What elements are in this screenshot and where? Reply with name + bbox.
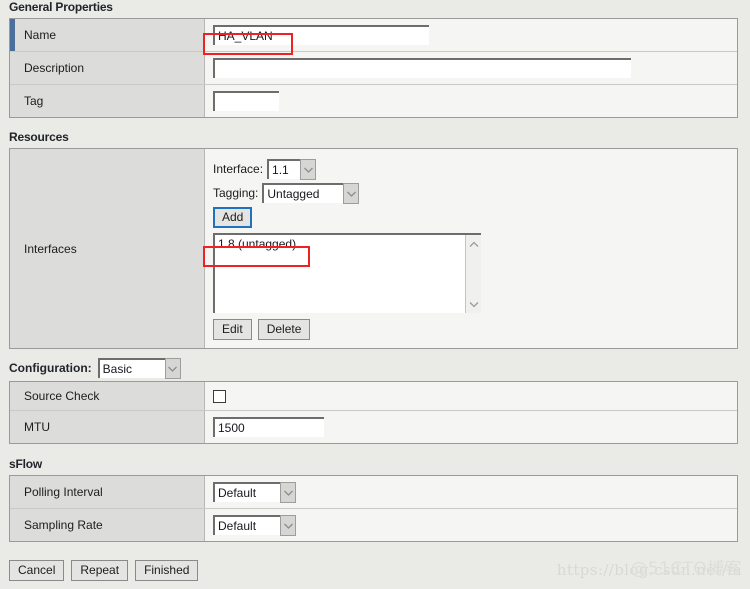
table-row-tag: Tag [10, 85, 737, 117]
row-value-interfaces: Interface: 1.1 Tagging: Untagged Add 1.8… [205, 149, 737, 348]
list-action-buttons: Edit Delete [213, 319, 737, 340]
interface-label: Interface: [213, 162, 264, 176]
interface-select-line: Interface: 1.1 [213, 159, 737, 180]
row-label-source-check: Source Check [10, 382, 205, 410]
table-row-polling-interval: Polling Interval Default [10, 476, 737, 509]
interfaces-list-items: 1.8 (untagged) [215, 235, 465, 313]
row-value-mtu [205, 411, 737, 443]
add-interface-button[interactable]: Add [213, 207, 253, 228]
watermark-overlay: @51CTO博客 [630, 559, 742, 579]
scroll-down-icon[interactable] [469, 297, 479, 311]
delete-button[interactable]: Delete [257, 319, 311, 340]
edit-button[interactable]: Edit [213, 319, 252, 340]
chevron-down-icon [300, 159, 317, 180]
polling-interval-value: Default [218, 486, 257, 500]
required-indicator-bar [10, 19, 15, 51]
row-value-tag [205, 85, 737, 117]
table-row-name: Name [10, 19, 737, 52]
cancel-button[interactable]: Cancel [9, 560, 65, 581]
tag-input[interactable] [213, 91, 279, 111]
row-value-sampling-rate: Default [205, 509, 737, 541]
configuration-line: Configuration: Basic [9, 358, 750, 379]
row-label-name: Name [10, 19, 205, 51]
polling-interval-select[interactable]: Default [213, 482, 296, 503]
row-label-mtu: MTU [10, 411, 205, 443]
chevron-down-icon [280, 482, 296, 503]
tagging-select[interactable]: Untagged [262, 183, 360, 204]
table-row-interfaces: Interfaces Interface: 1.1 Tagging: Untag… [10, 149, 737, 348]
table-row-source-check: Source Check [10, 382, 737, 411]
add-button-line: Add [213, 207, 737, 228]
row-value-source-check [205, 382, 737, 410]
row-label-tag: Tag [10, 85, 205, 117]
section-title-resources: Resources [9, 130, 69, 144]
row-label-interfaces: Interfaces [10, 149, 205, 348]
chevron-down-icon [343, 183, 360, 204]
tagging-select-value: Untagged [267, 187, 320, 201]
vlan-properties-form: General Properties Name Description Tag … [0, 0, 750, 589]
source-check-checkbox[interactable] [213, 389, 226, 403]
general-properties-panel: Name Description Tag [9, 18, 738, 118]
section-title-sflow: sFlow [9, 457, 43, 471]
configuration-label: Configuration: [9, 361, 92, 375]
interface-select[interactable]: 1.1 [267, 159, 317, 180]
scroll-up-icon[interactable] [469, 237, 479, 251]
row-value-name [205, 19, 737, 51]
configuration-select-value: Basic [102, 362, 132, 376]
finished-button[interactable]: Finished [135, 560, 199, 581]
listbox-scrollbar[interactable] [465, 235, 481, 313]
description-input[interactable] [213, 58, 631, 78]
mtu-input[interactable] [213, 417, 324, 437]
configuration-select[interactable]: Basic [97, 358, 181, 379]
chevron-down-icon [164, 358, 181, 379]
row-label-polling-interval: Polling Interval [10, 476, 205, 508]
watermark: https://blog.csdn.net/m @51CTO博客 [556, 559, 742, 579]
row-value-description [205, 52, 737, 84]
name-input[interactable] [213, 25, 429, 45]
configuration-panel: Source Check MTU [9, 381, 738, 444]
table-row-mtu: MTU [10, 411, 737, 443]
section-title-general-properties: General Properties [9, 0, 113, 14]
table-row-description: Description [10, 52, 737, 85]
chevron-down-icon [280, 515, 296, 536]
resources-panel: Interfaces Interface: 1.1 Tagging: Untag… [9, 148, 738, 349]
repeat-button[interactable]: Repeat [71, 560, 129, 581]
row-label-sampling-rate: Sampling Rate [10, 509, 205, 541]
interface-select-value: 1.1 [272, 163, 289, 177]
row-label-description: Description [10, 52, 205, 84]
sflow-panel: Polling Interval Default Sampling Rate D… [9, 475, 738, 542]
form-footer-buttons: Cancel Repeat Finished [9, 560, 199, 581]
list-item[interactable]: 1.8 (untagged) [217, 237, 465, 252]
sampling-rate-select[interactable]: Default [213, 515, 296, 536]
interfaces-listbox[interactable]: 1.8 (untagged) [213, 233, 481, 313]
sampling-rate-value: Default [218, 519, 257, 533]
table-row-sampling-rate: Sampling Rate Default [10, 509, 737, 541]
watermark-url: https://blog.csdn.net/m [556, 561, 742, 579]
row-value-polling-interval: Default [205, 476, 737, 508]
tagging-select-line: Tagging: Untagged [213, 183, 737, 204]
tagging-label: Tagging: [213, 186, 259, 200]
